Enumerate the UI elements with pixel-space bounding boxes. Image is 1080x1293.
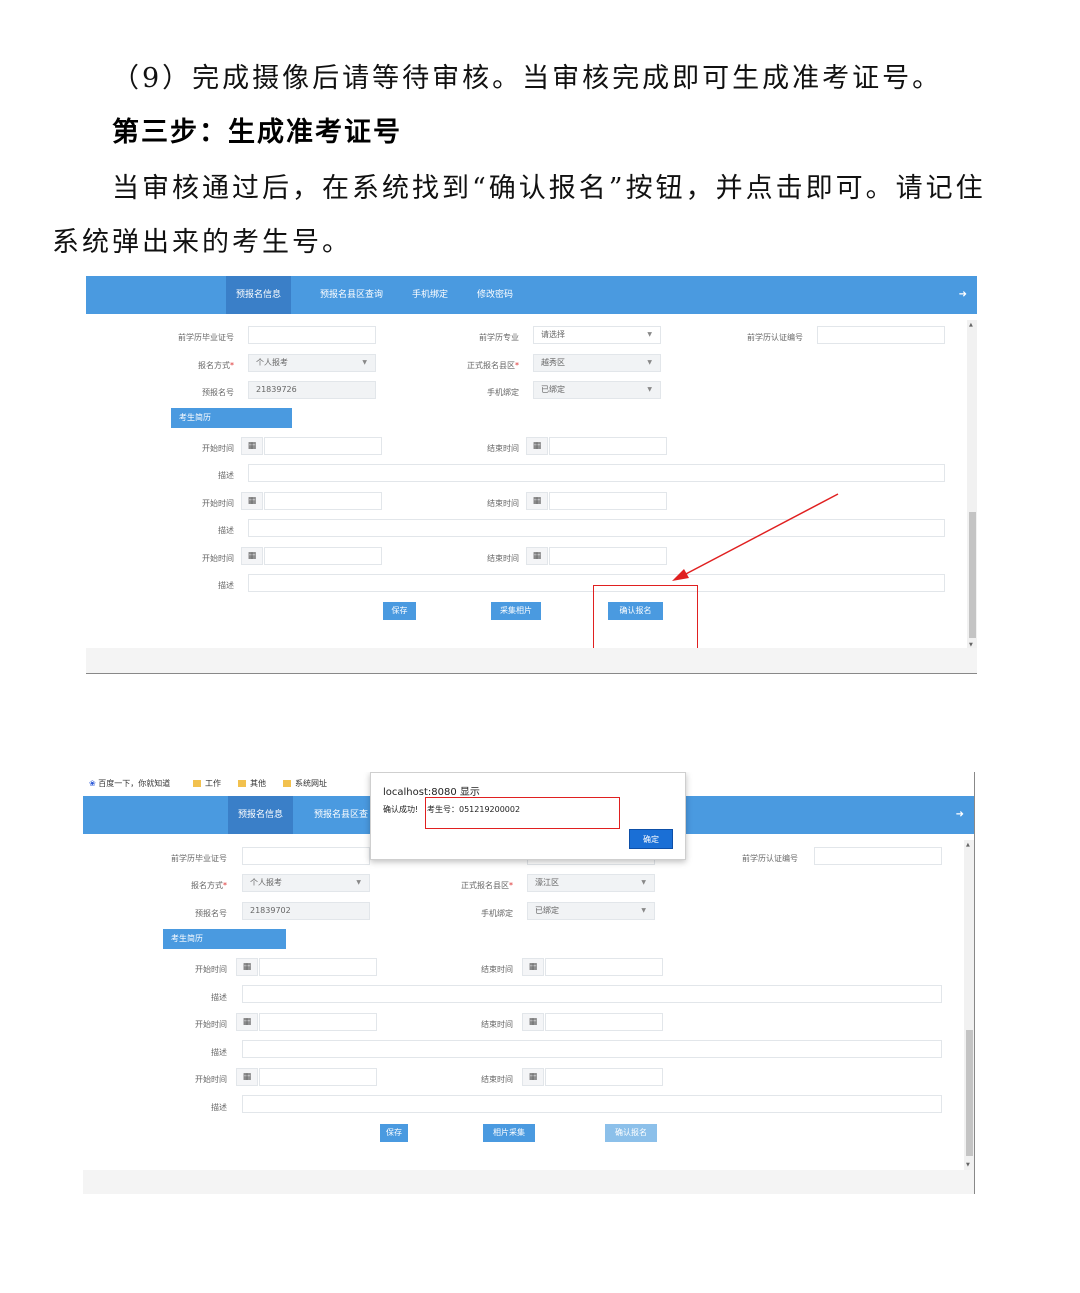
scroll-up-icon[interactable]: ▲ (966, 842, 970, 848)
district-value: 濠江区 (535, 878, 559, 887)
start-time-label: 开始时间 (195, 1075, 227, 1084)
desc-label: 描述 (211, 1048, 227, 1057)
bookmark-baidu[interactable]: ❀ 百度一下，你就知道 (89, 778, 170, 789)
scroll-down-icon[interactable]: ▼ (966, 1162, 970, 1168)
method-select[interactable]: 个人报考 ▼ (242, 874, 370, 892)
start-time-label: 开始时间 (195, 965, 227, 974)
vertical-scrollbar[interactable]: ▲ ▼ (964, 840, 974, 1170)
auth-no-input[interactable] (814, 847, 942, 865)
bookmark-work[interactable]: 工作 (193, 778, 221, 789)
phone-select[interactable]: 已绑定 ▼ (527, 902, 655, 920)
end-time-label: 结束时间 (481, 1020, 513, 1029)
collect-photo-button[interactable]: 相片采集 (483, 1124, 535, 1142)
vertical-scrollbar[interactable]: ▲ ▼ (967, 320, 977, 650)
phone-value: 已绑定 (535, 906, 559, 915)
desc-input[interactable] (242, 1040, 942, 1058)
scrollbar-thumb[interactable] (969, 512, 976, 638)
grad-cert-label: 前学历毕业证号 (171, 854, 227, 863)
dialog-ok-button[interactable]: 确定 (629, 829, 673, 849)
calendar-icon[interactable]: ▦ (522, 1013, 544, 1031)
scroll-up-icon[interactable]: ▲ (969, 322, 973, 328)
nav-prereg-info[interactable]: 预报名信息 (228, 796, 294, 834)
calendar-icon[interactable]: ▦ (236, 958, 258, 976)
start-time-input[interactable] (259, 1013, 377, 1031)
start-time-input[interactable] (259, 958, 377, 976)
bookmark-system[interactable]: 系统网址 (283, 778, 327, 789)
end-time-input[interactable] (545, 1068, 663, 1086)
dialog-message: 确认成功! (383, 805, 419, 814)
method-value: 个人报考 (250, 878, 282, 887)
confirm-registration-button[interactable]: 确认报名 (605, 1124, 657, 1142)
desc-label: 描述 (211, 1103, 227, 1112)
desc-label: 描述 (211, 993, 227, 1002)
prereg-input[interactable]: 21839702 (242, 902, 370, 920)
step9-text: （9）完成摄像后请等待审核。当审核完成即可生成准考证号。 (112, 63, 943, 94)
bookmark-other[interactable]: 其他 (238, 778, 266, 789)
screenshot-confirm-button: 预报名信息 预报名县区查询 手机绑定 修改密码 ➜ 前学历毕业证号 前学历专业 … (86, 276, 977, 674)
prereg-label: 预报名号 (195, 909, 227, 918)
page-footer (86, 648, 977, 673)
calendar-icon[interactable]: ▦ (236, 1013, 258, 1031)
step3-heading: 第三步：生成准考证号 (112, 117, 402, 148)
phone-label: 手机绑定 (481, 909, 513, 918)
chevron-down-icon: ▼ (641, 879, 646, 886)
district-label: 正式报名县区* (461, 881, 513, 890)
highlight-box (425, 797, 620, 829)
end-time-label: 结束时间 (481, 1075, 513, 1084)
save-button[interactable]: 保存 (380, 1124, 408, 1142)
start-time-input[interactable] (259, 1068, 377, 1086)
desc-input[interactable] (242, 985, 942, 1003)
paw-icon: ❀ (89, 779, 99, 788)
scrollbar-thumb[interactable] (966, 1030, 973, 1156)
chevron-down-icon: ▼ (356, 879, 361, 886)
pointer-arrow (672, 493, 839, 581)
grad-cert-input[interactable] (242, 847, 370, 865)
instruction-line2: 系统弹出来的考生号。 (52, 227, 352, 258)
end-time-label: 结束时间 (481, 965, 513, 974)
district-select[interactable]: 濠江区 ▼ (527, 874, 655, 892)
start-time-label: 开始时间 (195, 1020, 227, 1029)
logout-icon[interactable]: ➜ (956, 796, 964, 834)
nav-district-query[interactable]: 预报名县区查 (304, 796, 378, 834)
alert-dialog: localhost:8080 显示 确认成功! 考生号：051219200002… (370, 772, 686, 860)
end-time-input[interactable] (545, 1013, 663, 1031)
method-label: 报名方式* (191, 881, 227, 890)
calendar-icon[interactable]: ▦ (522, 1068, 544, 1086)
folder-icon (238, 780, 246, 787)
screenshot-confirm-dialog: ❀ 百度一下，你就知道 工作 其他 系统网址 预报名信息 预报名县区查 ➜ 前学… (83, 772, 975, 1194)
resume-section-header: 考生简历 (163, 929, 286, 949)
instruction-line1: 当审核通过后，在系统找到“确认报名”按钮，并点击即可。请记住 (112, 173, 986, 204)
end-time-input[interactable] (545, 958, 663, 976)
dialog-title: localhost:8080 显示 (383, 787, 480, 798)
chevron-down-icon: ▼ (641, 907, 646, 914)
desc-input[interactable] (242, 1095, 942, 1113)
calendar-icon[interactable]: ▦ (236, 1068, 258, 1086)
page-footer (83, 1170, 974, 1194)
calendar-icon[interactable]: ▦ (522, 958, 544, 976)
folder-icon (193, 780, 201, 787)
auth-no-label: 前学历认证编号 (742, 854, 798, 863)
folder-icon (283, 780, 291, 787)
